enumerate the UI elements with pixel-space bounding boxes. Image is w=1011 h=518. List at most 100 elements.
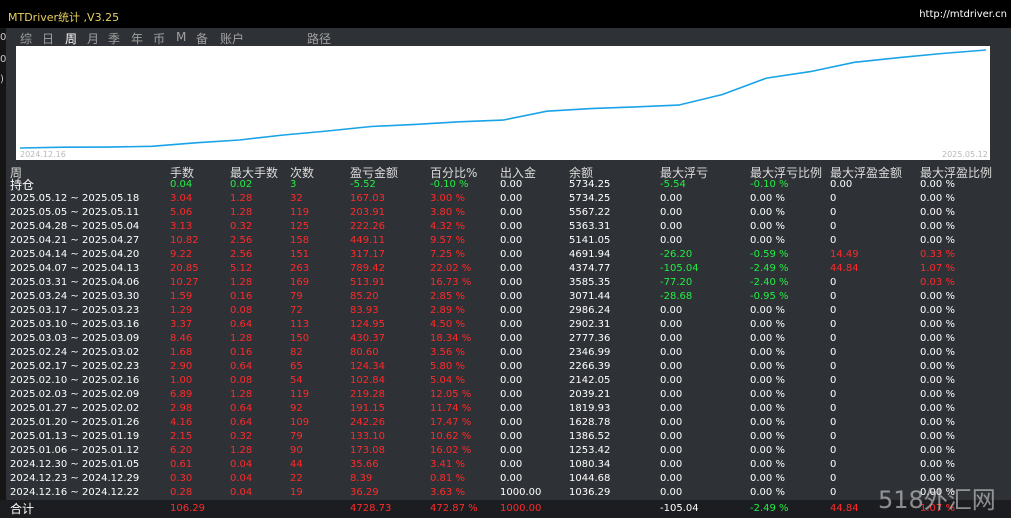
table-row[interactable]: 2025.04.21 ~ 2025.04.27 10.82 2.56 158 449.1… bbox=[0, 234, 1011, 248]
cell-max-lots: 1.28 bbox=[230, 207, 253, 218]
cell-deposit: 0.00 bbox=[500, 389, 523, 400]
cell-count: 125 bbox=[290, 221, 310, 232]
cell-max-float-loss: 0.00 bbox=[660, 487, 683, 498]
cell-pnl: 83.93 bbox=[350, 305, 379, 316]
cell-pct: 12.05 % bbox=[430, 389, 472, 400]
table-row[interactable]: 2025.03.03 ~ 2025.03.09 8.46 1.28 150 430.37… bbox=[0, 332, 1011, 346]
cell-week: 2025.03.10 ~ 2025.03.16 bbox=[10, 319, 140, 330]
cell-lots: 2.98 bbox=[170, 403, 193, 414]
tab-5[interactable]: 年 bbox=[131, 30, 143, 47]
cell-lots: 1.29 bbox=[170, 305, 193, 316]
cell-week: 2025.02.10 ~ 2025.02.16 bbox=[10, 375, 140, 386]
cell-balance: 1080.34 bbox=[569, 459, 611, 470]
total-lots: 106.29 bbox=[170, 503, 205, 514]
tab-0[interactable]: 综 bbox=[20, 30, 32, 47]
cell-week: 2025.01.06 ~ 2025.01.12 bbox=[10, 445, 140, 456]
cell-max-float-profit-pct: 0.00 % bbox=[920, 291, 955, 302]
table-row[interactable]: 2025.04.07 ~ 2025.04.13 20.85 5.12 263 789.4… bbox=[0, 262, 1011, 276]
cell-max-float-loss: 0.00 bbox=[660, 361, 683, 372]
cell-max-float-profit: 0 bbox=[830, 375, 837, 386]
tab-3[interactable]: 月 bbox=[87, 30, 99, 47]
site-url-link[interactable]: http://mtdriver.cn bbox=[919, 9, 1007, 20]
table-row[interactable]: 2025.03.17 ~ 2025.03.23 1.29 0.08 72 83.93 2.… bbox=[0, 304, 1011, 318]
app-title: MTDriver统计 ,V3.25 bbox=[8, 11, 120, 24]
table-row[interactable]: 2025.02.10 ~ 2025.02.16 1.00 0.08 54 102.84 5… bbox=[0, 374, 1011, 388]
cell-max-float-loss: 0.00 bbox=[660, 221, 683, 232]
holding-cell-deposit: 0.00 bbox=[500, 179, 523, 190]
tab-2[interactable]: 周 bbox=[65, 30, 77, 47]
cell-max-lots: 0.08 bbox=[230, 305, 253, 316]
cell-pnl: 191.15 bbox=[350, 403, 385, 414]
table-row[interactable]: 2025.01.27 ~ 2025.02.02 2.98 0.64 92 191.15 1… bbox=[0, 402, 1011, 416]
cell-pct: 16.02 % bbox=[430, 445, 472, 456]
cell-count: 119 bbox=[290, 207, 310, 218]
cell-balance: 3071.44 bbox=[569, 291, 611, 302]
cell-pnl: 219.28 bbox=[350, 389, 385, 400]
cell-week: 2024.12.16 ~ 2024.12.22 bbox=[10, 487, 140, 498]
table-row[interactable]: 2025.02.03 ~ 2025.02.09 6.89 1.28 119 219.28… bbox=[0, 388, 1011, 402]
cell-pct: 0.81 % bbox=[430, 473, 465, 484]
table-row[interactable]: 2025.05.05 ~ 2025.05.11 5.06 1.28 119 203.91… bbox=[0, 206, 1011, 220]
cell-lots: 3.04 bbox=[170, 193, 193, 204]
cell-pct: 4.50 % bbox=[430, 319, 465, 330]
cell-max-float-profit-pct: 0.00 % bbox=[920, 221, 955, 232]
balance-chart-svg bbox=[19, 49, 987, 149]
cell-count: 79 bbox=[290, 431, 303, 442]
cell-max-float-loss-pct: 0.00 % bbox=[750, 431, 785, 442]
cell-lots: 3.37 bbox=[170, 319, 193, 330]
chart-end-date: 2025.05.12 bbox=[942, 150, 988, 159]
cell-deposit: 0.00 bbox=[500, 207, 523, 218]
tab-7[interactable]: M bbox=[176, 30, 186, 44]
table-row[interactable]: 2025.01.20 ~ 2025.01.26 4.16 0.64 109 242.26… bbox=[0, 416, 1011, 430]
cell-pct: 5.04 % bbox=[430, 375, 465, 386]
cell-max-lots: 2.56 bbox=[230, 235, 253, 246]
cell-max-float-profit-pct: 0.00 % bbox=[920, 235, 955, 246]
tab-6[interactable]: 币 bbox=[153, 30, 165, 47]
table-row[interactable]: 2025.04.14 ~ 2025.04.20 9.22 2.56 151 317.17… bbox=[0, 248, 1011, 262]
tab-8[interactable]: 备 bbox=[196, 30, 208, 47]
total-max-float-loss-pct: -2.49 % bbox=[750, 503, 789, 514]
cell-balance: 5363.31 bbox=[569, 221, 611, 232]
total-label: 合计 bbox=[10, 502, 35, 516]
cell-max-float-profit: 0 bbox=[830, 305, 837, 316]
cell-max-lots: 0.04 bbox=[230, 459, 253, 470]
table-row[interactable]: 2025.02.17 ~ 2025.02.23 2.90 0.64 65 124.34 5… bbox=[0, 360, 1011, 374]
cell-count: 263 bbox=[290, 263, 310, 274]
cell-deposit: 0.00 bbox=[500, 347, 523, 358]
cell-balance: 5567.22 bbox=[569, 207, 611, 218]
balance-chart bbox=[16, 46, 990, 160]
cell-count: 109 bbox=[290, 417, 310, 428]
table-row[interactable]: 2025.01.06 ~ 2025.01.12 6.20 1.28 90 173.08 1… bbox=[0, 444, 1011, 458]
cell-max-lots: 5.12 bbox=[230, 263, 253, 274]
cell-max-float-loss: 0.00 bbox=[660, 459, 683, 470]
table-row[interactable]: 2024.12.16 ~ 2024.12.22 0.28 0.04 19 36.29 3.… bbox=[0, 486, 1011, 500]
cell-count: 32 bbox=[290, 193, 303, 204]
cell-balance: 3585.35 bbox=[569, 277, 611, 288]
table-row[interactable]: 2024.12.23 ~ 2024.12.29 0.30 0.04 22 8.39 0.8… bbox=[0, 472, 1011, 486]
table-row[interactable]: 2025.01.13 ~ 2025.01.19 2.15 0.32 79 133.10 1… bbox=[0, 430, 1011, 444]
tab-9[interactable]: 账户 bbox=[220, 30, 244, 47]
table-row[interactable]: 2025.05.12 ~ 2025.05.18 3.04 1.28 32 167.03 3… bbox=[0, 192, 1011, 206]
cell-max-float-loss-pct: 0.00 % bbox=[750, 207, 785, 218]
table-row[interactable]: 2024.12.30 ~ 2025.01.05 0.61 0.04 44 35.66 3.… bbox=[0, 458, 1011, 472]
table-row[interactable]: 2025.03.10 ~ 2025.03.16 3.37 0.64 113 124.95… bbox=[0, 318, 1011, 332]
holding-cell-max-float-profit: 0.00 bbox=[830, 179, 853, 190]
holding-cell-pct: -0.10 % bbox=[430, 179, 469, 190]
cell-pct: 4.32 % bbox=[430, 221, 465, 232]
tab-10[interactable]: 路径 bbox=[307, 30, 331, 47]
tab-4[interactable]: 季 bbox=[108, 30, 120, 47]
tab-1[interactable]: 日 bbox=[42, 30, 54, 47]
cell-pnl: 203.91 bbox=[350, 207, 385, 218]
cell-max-float-loss-pct: 0.00 % bbox=[750, 473, 785, 484]
table-row[interactable]: 2025.02.24 ~ 2025.03.02 1.68 0.16 82 80.60 3.… bbox=[0, 346, 1011, 360]
cell-pnl: 789.42 bbox=[350, 263, 385, 274]
total-pnl: 4728.73 bbox=[350, 503, 392, 514]
holding-cell-count: 3 bbox=[290, 179, 297, 190]
table-row[interactable]: 2025.03.31 ~ 2025.04.06 10.27 1.28 169 513.9… bbox=[0, 276, 1011, 290]
holding-row[interactable]: 持仓 0.04 0.02 3 -5.52 -0.10 % 0.00 5734.25 -5.54 -… bbox=[0, 178, 1011, 192]
cell-deposit: 0.00 bbox=[500, 445, 523, 456]
cell-max-float-profit: 0 bbox=[830, 473, 837, 484]
cell-deposit: 0.00 bbox=[500, 361, 523, 372]
table-row[interactable]: 2025.03.24 ~ 2025.03.30 1.59 0.16 79 85.20 2.… bbox=[0, 290, 1011, 304]
table-row[interactable]: 2025.04.28 ~ 2025.05.04 3.13 0.32 125 222.26… bbox=[0, 220, 1011, 234]
